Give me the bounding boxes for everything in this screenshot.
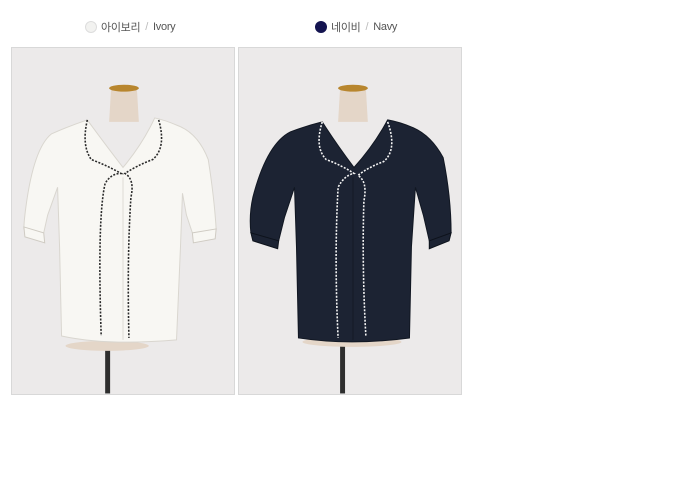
color-name-ko: 아이보리 bbox=[101, 22, 141, 34]
color-name-ko: 네이비 bbox=[331, 22, 361, 34]
product-photo-navy bbox=[238, 47, 462, 395]
navy-swatch bbox=[315, 21, 327, 33]
blouse-ivory-image bbox=[12, 48, 234, 394]
color-option-ivory[interactable]: 아이보리 / Ivory bbox=[85, 19, 176, 35]
color-name-en: Navy bbox=[373, 21, 398, 33]
ivory-swatch bbox=[85, 21, 97, 33]
product-photo-ivory bbox=[11, 47, 235, 395]
color-separator: / bbox=[145, 21, 149, 33]
color-option-navy[interactable]: 네이비 / Navy bbox=[315, 19, 397, 35]
color-separator: / bbox=[365, 21, 369, 33]
blouse-navy-image bbox=[239, 48, 461, 394]
color-name-en: Ivory bbox=[153, 21, 176, 33]
